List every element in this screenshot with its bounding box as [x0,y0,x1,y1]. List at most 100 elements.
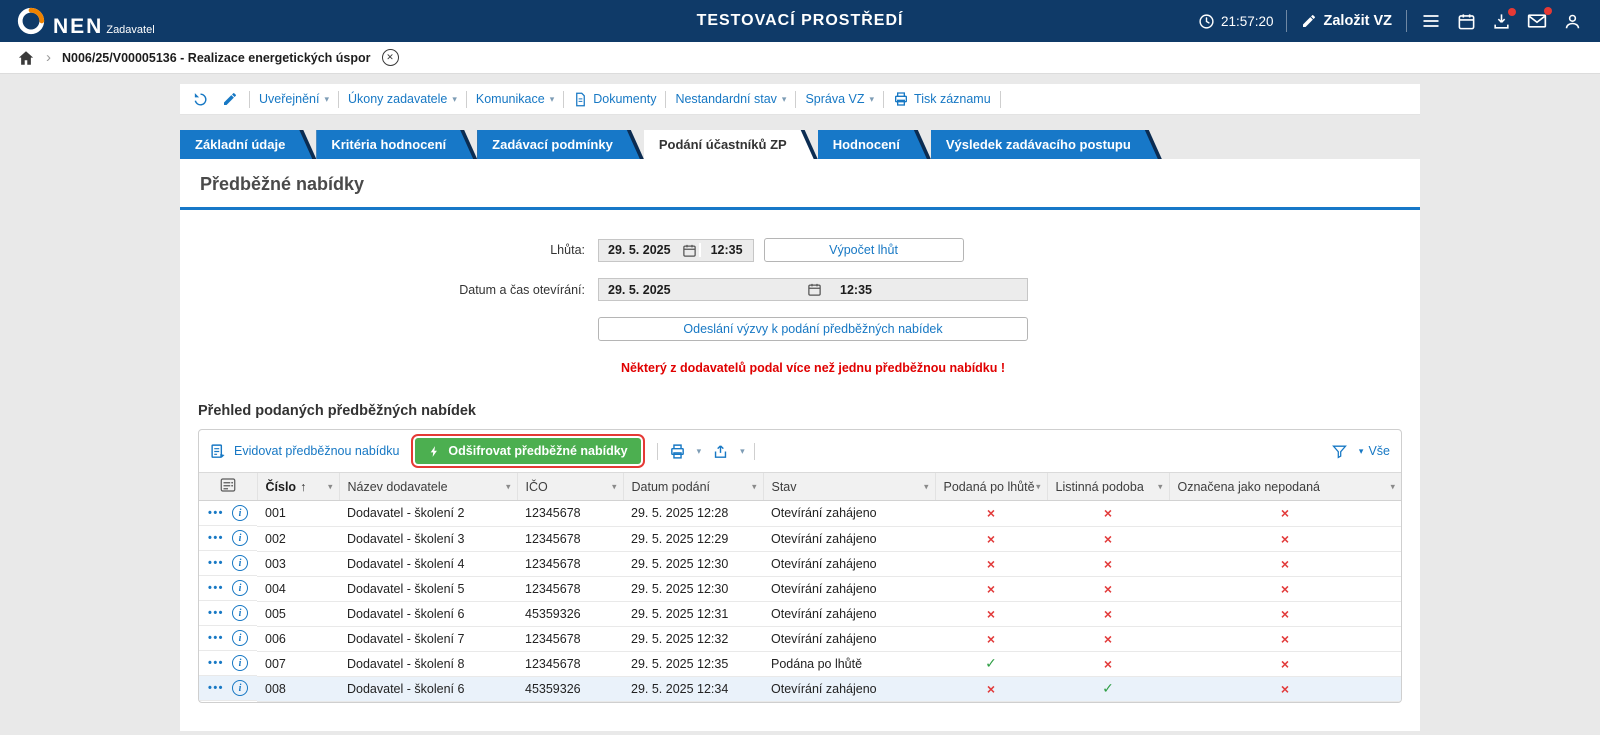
chevron-down-icon[interactable]: ▾ [740,447,745,456]
row-menu-icon[interactable]: ••• [208,582,224,594]
cell-marked-not-submitted: × [1169,551,1401,576]
profile-button[interactable] [1561,10,1584,33]
opening-date-value[interactable]: 29. 5. 2025 [599,283,805,297]
table-row[interactable]: •••i007Dodavatel - školení 81234567829. … [199,651,1401,676]
table-row[interactable]: •••i001Dodavatel - školení 21234567829. … [199,501,1401,527]
table-row[interactable]: •••i002Dodavatel - školení 31234567829. … [199,526,1401,551]
table-row[interactable]: •••i006Dodavatel - školení 71234567829. … [199,626,1401,651]
table-row[interactable]: •••i005Dodavatel - školení 64535932629. … [199,601,1401,626]
chevron-down-icon[interactable]: ▾ [924,481,929,492]
info-icon[interactable]: i [232,505,248,521]
tab-zakladni-udaje[interactable]: Základní údaje [180,130,316,159]
home-icon[interactable] [17,49,35,67]
chevron-down-icon: ▾ [1359,447,1364,456]
row-menu-icon[interactable]: ••• [208,532,224,544]
filter-all-dropdown[interactable]: ▾ Vše [1359,444,1390,458]
cell-supplier: Dodavatel - školení 6 [339,676,517,701]
cell-late-submission: × [935,526,1047,551]
deadline-datetime-field[interactable]: 29. 5. 2025 12:35 [598,239,754,262]
info-icon[interactable]: i [232,580,248,596]
opening-time-value[interactable]: 12:35 [830,283,882,297]
nen-logo[interactable]: NEN Zadavatel [16,6,155,37]
decrypt-bids-button[interactable]: Odšifrovat předběžné nabídky [415,438,640,464]
cell-late-submission: × [935,551,1047,576]
info-icon[interactable]: i [232,605,248,621]
grid-export-button[interactable] [710,441,731,462]
calendar-button[interactable] [1455,10,1478,33]
create-vz-button[interactable]: Založit VZ [1299,11,1394,31]
downloads-button[interactable] [1490,10,1513,33]
row-menu-icon[interactable]: ••• [208,657,224,669]
table-row[interactable]: •••i008Dodavatel - školení 64535932629. … [199,676,1401,701]
cell-paper-form: × [1047,576,1169,601]
chevron-down-icon[interactable]: ▾ [1158,481,1163,492]
cross-icon: × [1281,656,1289,672]
info-icon[interactable]: i [232,530,248,546]
chevron-down-icon[interactable]: ▾ [506,481,511,492]
cross-icon: × [1281,681,1289,697]
chevron-down-icon[interactable]: ▾ [328,481,333,492]
info-icon[interactable]: i [232,655,248,671]
topbar-separator [1406,10,1407,32]
info-icon[interactable]: i [232,680,248,696]
header-ico[interactable]: IČO▾ [517,473,623,501]
calculate-deadlines-button[interactable]: Výpočet lhůt [764,238,964,262]
toolbar-link-tisk-zaznamu[interactable]: Tisk záznamu [893,91,991,107]
row-menu-icon[interactable]: ••• [208,507,224,519]
grid-print-button[interactable] [667,441,688,462]
toolbar-link-uverejneni[interactable]: Uveřejnění▾ [259,92,329,106]
info-icon[interactable]: i [232,630,248,646]
filter-icon[interactable] [1329,441,1350,462]
messages-button[interactable] [1525,9,1549,33]
toolbar-link-sprava-vz[interactable]: Správa VZ▾ [805,92,874,106]
chevron-down-icon[interactable]: ▾ [697,447,702,456]
edit-record-button[interactable] [220,89,240,109]
send-call-button[interactable]: Odeslání výzvy k podání předběžných nabí… [598,317,1028,341]
table-row[interactable]: •••i003Dodavatel - školení 41234567829. … [199,551,1401,576]
table-row[interactable]: •••i004Dodavatel - školení 51234567829. … [199,576,1401,601]
row-actions-cell: ••• i [199,676,257,701]
register-bid-button[interactable]: Evidovat předběžnou nabídku [210,443,399,460]
row-menu-icon[interactable]: ••• [208,557,224,569]
cell-supplier: Dodavatel - školení 8 [339,651,517,676]
header-datum-podani[interactable]: Datum podání▾ [623,473,763,501]
header-stav[interactable]: Stav▾ [763,473,935,501]
header-listinna-podoba[interactable]: Listinná podoba▾ [1047,473,1169,501]
header-nazev-dodavatele[interactable]: Název dodavatele▾ [339,473,517,501]
history-button[interactable] [190,89,211,110]
cell-marked-not-submitted: × [1169,501,1401,527]
deadline-time-value[interactable]: 12:35 [699,243,753,257]
toolbar-link-komunikace[interactable]: Komunikace▾ [476,92,554,106]
clock: 21:57:20 [1198,13,1274,30]
opening-datetime-field[interactable]: 29. 5. 2025 12:35 [598,278,1028,301]
column-settings-header[interactable] [199,473,257,501]
column-settings-icon[interactable] [219,476,237,494]
deadline-date-value[interactable]: 29. 5. 2025 [599,243,680,257]
close-record-icon[interactable]: ✕ [382,49,399,66]
chevron-down-icon[interactable]: ▾ [752,481,757,492]
chevron-down-icon[interactable]: ▾ [612,481,617,492]
breadcrumb-current[interactable]: N006/25/V00005136 - Realizace energetick… [62,51,371,65]
row-menu-icon[interactable]: ••• [208,682,224,694]
calendar-icon[interactable] [680,243,699,258]
info-icon[interactable]: i [232,555,248,571]
tab-hodnoceni[interactable]: Hodnocení [818,130,931,159]
tab-vysledek-zadavaciho-postupu[interactable]: Výsledek zadávacího postupu [931,130,1162,159]
calendar-icon[interactable] [805,282,824,297]
chevron-down-icon[interactable]: ▾ [1390,481,1395,492]
tab-podani-ucastniku-zp[interactable]: Podání účastníků ZP [644,130,818,159]
tab-zadavaci-podminky[interactable]: Zadávací podmínky [477,130,644,159]
row-menu-icon[interactable]: ••• [208,632,224,644]
toolbar-link-nestandardni-stav[interactable]: Nestandardní stav▾ [675,92,786,106]
tab-kriteria-hodnoceni[interactable]: Kritéria hodnocení [316,130,477,159]
page-title: Předběžné nabídky [200,174,1402,195]
toolbar-link-dokumenty[interactable]: Dokumenty [573,92,656,107]
toolbar-link-ukony-zadavatele[interactable]: Úkony zadavatele▾ [348,92,457,106]
header-podana-po-lhute[interactable]: Podaná po lhůtě▾ [935,473,1047,501]
header-cislo[interactable]: Číslo↑▾ [257,473,339,501]
header-oznacena-jako-nepodana[interactable]: Označena jako nepodaná▾ [1169,473,1401,501]
chevron-down-icon: ▾ [550,95,555,104]
chevron-down-icon[interactable]: ▾ [1036,481,1041,492]
row-menu-icon[interactable]: ••• [208,607,224,619]
menu-button[interactable] [1419,9,1443,33]
